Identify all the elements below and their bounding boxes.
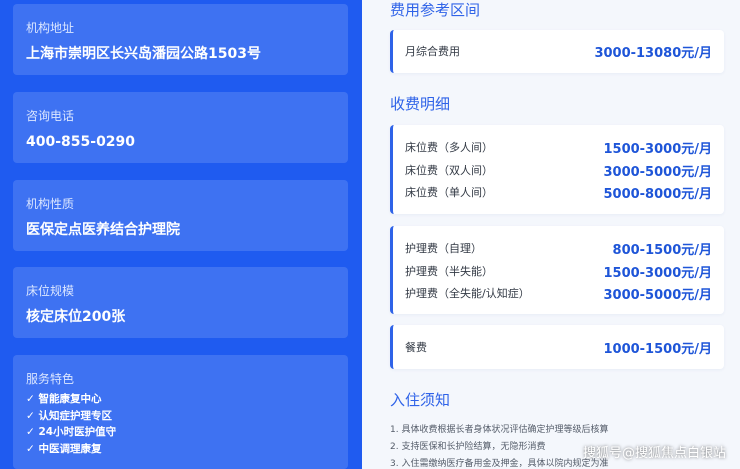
fee-reference-card: 月综合费用 3000-13080元/月 [390, 30, 724, 73]
fee-name: 护理费（全失能/认知症） [405, 287, 530, 300]
fee-row: 护理费（全失能/认知症） 3000-5000元/月 [405, 283, 712, 303]
features-label: 服务特色 [26, 372, 75, 386]
fee-name: 护理费（半失能） [405, 265, 493, 278]
beds-card: 床位规模 核定床位200张 [13, 267, 348, 338]
fee-detail-title: 收费明细 [390, 95, 451, 113]
address-card: 机构地址 上海市崇明区长兴岛潘园公路1503号 [13, 4, 348, 75]
fee-row: 护理费（自理） 800-1500元/月 [405, 238, 712, 258]
phone-label: 咨询电话 [26, 109, 75, 123]
watermark: 搜狐号@搜狐焦点白银站 [582, 446, 726, 461]
fee-price: 1500-3000元/月 [603, 141, 712, 157]
fee-row: 护理费（半失能） 1500-3000元/月 [405, 261, 712, 281]
fee-name: 护理费（自理） [405, 242, 482, 255]
meal-fee-card: 餐费 1000-1500元/月 [390, 325, 724, 369]
institution-info-panel: 机构地址 上海市崇明区长兴岛潘园公路1503号 咨询电话 400-855-029… [0, 0, 362, 469]
notice-item: 3. 入住需缴纳医疗备用金及押金，具体以院内规定为准 [390, 459, 609, 469]
fee-row: 床位费（单人间） 5000-8000元/月 [405, 182, 712, 202]
fee-price: 800-1500元/月 [612, 242, 712, 258]
nature-card: 机构性质 医保定点医养结合护理院 [13, 180, 348, 251]
fee-price: 1500-3000元/月 [603, 265, 712, 281]
fee-reference-title: 费用参考区间 [390, 1, 481, 19]
fee-name: 餐费 [405, 341, 427, 354]
address-value: 上海市崇明区长兴岛潘园公路1503号 [26, 46, 261, 62]
feature-item: ✓ 智能康复中心 [26, 393, 102, 405]
notice-title: 入住须知 [390, 391, 451, 409]
features-card: 服务特色 ✓ 智能康复中心 ✓ 认知症护理专区 ✓ 24小时医护值守 ✓ 中医调… [13, 355, 348, 469]
phone-card: 咨询电话 400-855-0290 [13, 92, 348, 163]
fee-row: 月综合费用 3000-13080元/月 [405, 41, 712, 61]
fee-price: 5000-8000元/月 [603, 186, 712, 202]
nature-value: 医保定点医养结合护理院 [26, 222, 180, 238]
fee-name: 床位费（多人间） [405, 141, 493, 154]
beds-label: 床位规模 [26, 284, 75, 298]
fee-name: 月综合费用 [405, 45, 460, 58]
notice-item: 2. 支持医保和长护险结算，无隐形消费 [390, 442, 546, 452]
feature-item: ✓ 中医调理康复 [26, 442, 102, 455]
phone-value[interactable]: 400-855-0290 [26, 132, 335, 152]
nature-label: 机构性质 [26, 197, 75, 211]
feature-item: ✓ 认知症护理专区 [26, 409, 112, 422]
bed-fee-card: 床位费（多人间） 1500-3000元/月 床位费（双人间） 3000-5000… [390, 125, 724, 214]
fee-name: 床位费（双人间） [405, 164, 493, 177]
fee-row: 床位费（多人间） 1500-3000元/月 [405, 137, 712, 157]
fee-price: 3000-5000元/月 [603, 287, 712, 303]
notice-item: 1. 具体收费根据长者身体状况评估确定护理等级后核算 [390, 425, 609, 435]
fee-row: 床位费（双人间） 3000-5000元/月 [405, 160, 712, 180]
fee-name: 床位费（单人间） [405, 186, 493, 199]
beds-value: 核定床位200张 [26, 309, 126, 325]
care-fee-card: 护理费（自理） 800-1500元/月 护理费（半失能） 1500-3000元/… [390, 226, 724, 314]
fee-price: 3000-5000元/月 [603, 164, 712, 180]
fee-panel: 费用参考区间 月综合费用 3000-13080元/月 收费明细 床位费（多人间）… [362, 0, 740, 469]
fee-price: 3000-13080元/月 [594, 45, 712, 61]
address-label: 机构地址 [26, 21, 75, 35]
fee-price: 1000-1500元/月 [603, 341, 712, 357]
feature-item: ✓ 24小时医护值守 [26, 426, 117, 438]
fee-row: 餐费 1000-1500元/月 [405, 337, 712, 357]
